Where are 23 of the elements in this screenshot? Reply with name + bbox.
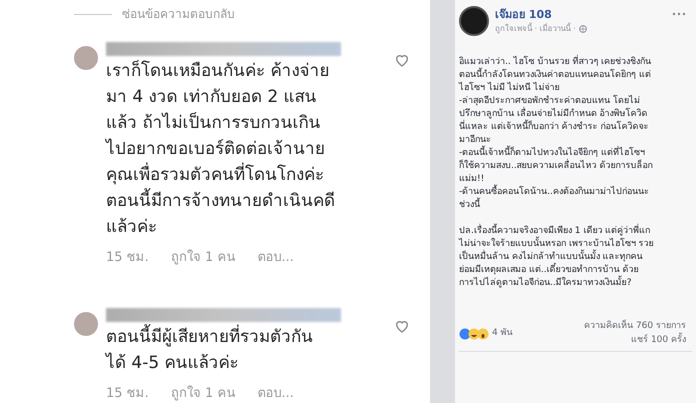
reaction-icons[interactable] [459,328,489,340]
avatar-placeholder[interactable] [74,46,98,70]
likes-count[interactable]: ถูกใจ 1 คน [170,384,236,403]
more-options-icon[interactable] [672,12,686,16]
shares-count[interactable]: แชร์ 100 ครั้ง [631,334,686,347]
comment-time: 15 ชม. [106,384,149,402]
reply-link[interactable]: ตอบ... [257,384,294,403]
post-text: ปล.เรื่องนี้ความจริงอาจมีเพียง 1 เดียว แต่คู่ว่าพี่แก ไม่น่าจะใจร้ายแบบนั้นหรอก เพราะบ้านไฮโซฯ รวย เป็นหมื่นล้าน คงไม่กล้าทำแบบนั้นมั้ง และทุกคน ย่อมมีเหตุผลเสมอ แต่..เดี๋ยวขอทำการบ้าน ด้วย การไปไล่ดูตามไอจีก่อน..มีใครมาทวงเงินมั้ย? [459,225,692,290]
post-meta: ถูกใจเพจนี้ · เมื่อวานนี้ · [495,23,576,36]
page-name[interactable]: เจ๊มอย 108 [495,6,666,24]
comment-time: 15 ชม. [106,249,149,267]
globe-icon [578,25,587,34]
reactions-count[interactable]: 4 พัน [492,326,513,340]
likes-count[interactable]: ถูกใจ 1 คน [170,248,236,268]
page-avatar[interactable] [459,6,489,36]
hide-replies-link[interactable]: ซ่อนข้อความตอบกลับ [122,5,235,23]
comment-text: เราก็โดนเหมือนกันค่ะ ค้างจ่าย มา 4 งวด เท่ากับยอด 2 แสน แล้ว ถ้าไม่เป็นการรบกวนเกิน ไปอยากขอเบอร์ติดต่อเจ้านาย คุณเพื่อรวมตัวคนที่โดนโกงค่ะ ตอนนี้มีการจ้างทนายดำเนินคดี แล้วค่ะ [106,59,336,239]
post-text: อิแมวเล่าว่า.. ไฮโซ บ้านรวย ที่สาวๆ เคยช่วงชิงกัน ตอนนี้กำลังโดนทวงเงินค่าตอบแทนคอนโดยิกๆ แต่ ไฮโซฯ ไม่มี ไม่หนี ไม่จ่าย -ล่าสุดอีประกาศขอพักชำระค่าตอบแทน โดยไม่ ปรึกษาลูกบ้าน เลื่อนจ่ายไม่มีกำหนด อ้างพิษโควิด นี่แหละ แต่เจ้าหนี้ก็บอกว่า ค้างชำระ ก่อนโควิดจะ มาอีกนะ -ตอนนี้เจ้าหนี้ก็ตามไปทวงในไอจียิกๆ แต่ที่ไฮโซฯ ก็ใช้ความสงบ..สยบความเคลื่อนไหว ด้วยการบล็อก แม่ม!! -ด้านคนซื้อคอนโดน้าน..คงต้องกินมาม่าไปก่อนนะ ช่วงนี้ [459,56,692,212]
avatar-placeholder[interactable] [74,312,98,336]
comments-count[interactable]: ความคิดเห็น 760 รายการ [584,320,686,334]
comment-text: ตอนนี้มีผู้เสียหายที่รวมตัวกัน ได้ 4-5 คนแล้วค่ะ [106,324,386,376]
heart-icon[interactable] [394,52,410,68]
reply-link[interactable]: ตอบ... [257,248,294,268]
